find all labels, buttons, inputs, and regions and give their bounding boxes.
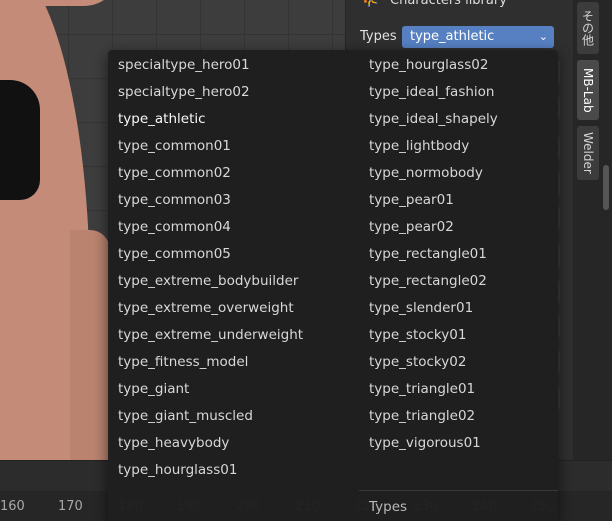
characters-library-header[interactable]: ⛹ Characters library	[354, 0, 566, 18]
sidebar-scrollbar[interactable]	[603, 165, 609, 210]
menu-item[interactable]: type_rectangle01	[359, 241, 558, 268]
menu-item[interactable]: type_ideal_shapely	[359, 106, 558, 133]
dropdown-left-column: specialtype_hero01 specialtype_hero02 ty…	[108, 52, 359, 484]
menu-item[interactable]: type_heavybody	[108, 430, 359, 457]
menu-item[interactable]: type_extreme_bodybuilder	[108, 268, 359, 295]
menu-item-selected[interactable]: type_athletic	[108, 106, 359, 133]
menu-item[interactable]: type_pear01	[359, 187, 558, 214]
tab-other[interactable]: その他	[577, 2, 599, 54]
menu-item[interactable]: type_extreme_overweight	[108, 295, 359, 322]
ruler-tick: 170	[58, 499, 83, 514]
character-leg	[70, 230, 110, 460]
menu-item[interactable]: type_stocky02	[359, 349, 558, 376]
menu-item[interactable]: type_common02	[108, 160, 359, 187]
menu-item[interactable]: type_ideal_fashion	[359, 79, 558, 106]
menu-item[interactable]: type_common03	[108, 187, 359, 214]
tab-mb-lab[interactable]: MB-Lab	[577, 60, 599, 120]
menu-item[interactable]: type_giant_muscled	[108, 403, 359, 430]
menu-item[interactable]: type_common05	[108, 241, 359, 268]
menu-item[interactable]: type_common04	[108, 214, 359, 241]
menu-item[interactable]: type_fitness_model	[108, 349, 359, 376]
dropdown-title: Types	[369, 499, 408, 515]
tab-welder[interactable]: Welder	[577, 126, 599, 180]
menu-item[interactable]: specialtype_hero02	[108, 79, 359, 106]
character-arm	[0, 0, 120, 6]
menu-item[interactable]: type_normobody	[359, 160, 558, 187]
types-dropdown-menu: specialtype_hero01 specialtype_hero02 ty…	[108, 50, 558, 521]
menu-item[interactable]: type_pear02	[359, 214, 558, 241]
menu-item[interactable]: type_rectangle02	[359, 268, 558, 295]
chevron-down-icon: ⌄	[538, 30, 548, 43]
menu-item[interactable]: type_extreme_underweight	[108, 322, 359, 349]
menu-item[interactable]: type_hourglass01	[108, 457, 359, 484]
menu-item[interactable]: specialtype_hero01	[108, 52, 359, 79]
types-selected-value: type_athletic	[410, 29, 495, 44]
dropdown-right-column: type_hourglass02 type_ideal_fashion type…	[359, 52, 558, 457]
menu-item[interactable]: type_stocky01	[359, 322, 558, 349]
menu-item[interactable]: type_slender01	[359, 295, 558, 322]
menu-item[interactable]: type_hourglass02	[359, 52, 558, 79]
menu-item[interactable]: type_common01	[108, 133, 359, 160]
types-label: Types	[360, 29, 397, 44]
panel-title: Characters library	[390, 0, 507, 8]
character-clothing	[0, 80, 40, 200]
types-dropdown[interactable]: type_athletic ⌄	[402, 26, 554, 48]
sidebar-tabs: その他 MB-Lab Welder	[573, 0, 612, 460]
menu-item[interactable]: type_lightbody	[359, 133, 558, 160]
human-figure-icon: ⛹	[362, 0, 380, 8]
ruler-tick: 160	[0, 499, 25, 514]
menu-item[interactable]: type_vigorous01	[359, 430, 558, 457]
menu-item[interactable]: type_triangle01	[359, 376, 558, 403]
menu-item[interactable]: type_triangle02	[359, 403, 558, 430]
menu-item[interactable]: type_giant	[108, 376, 359, 403]
dropdown-divider	[359, 490, 558, 491]
